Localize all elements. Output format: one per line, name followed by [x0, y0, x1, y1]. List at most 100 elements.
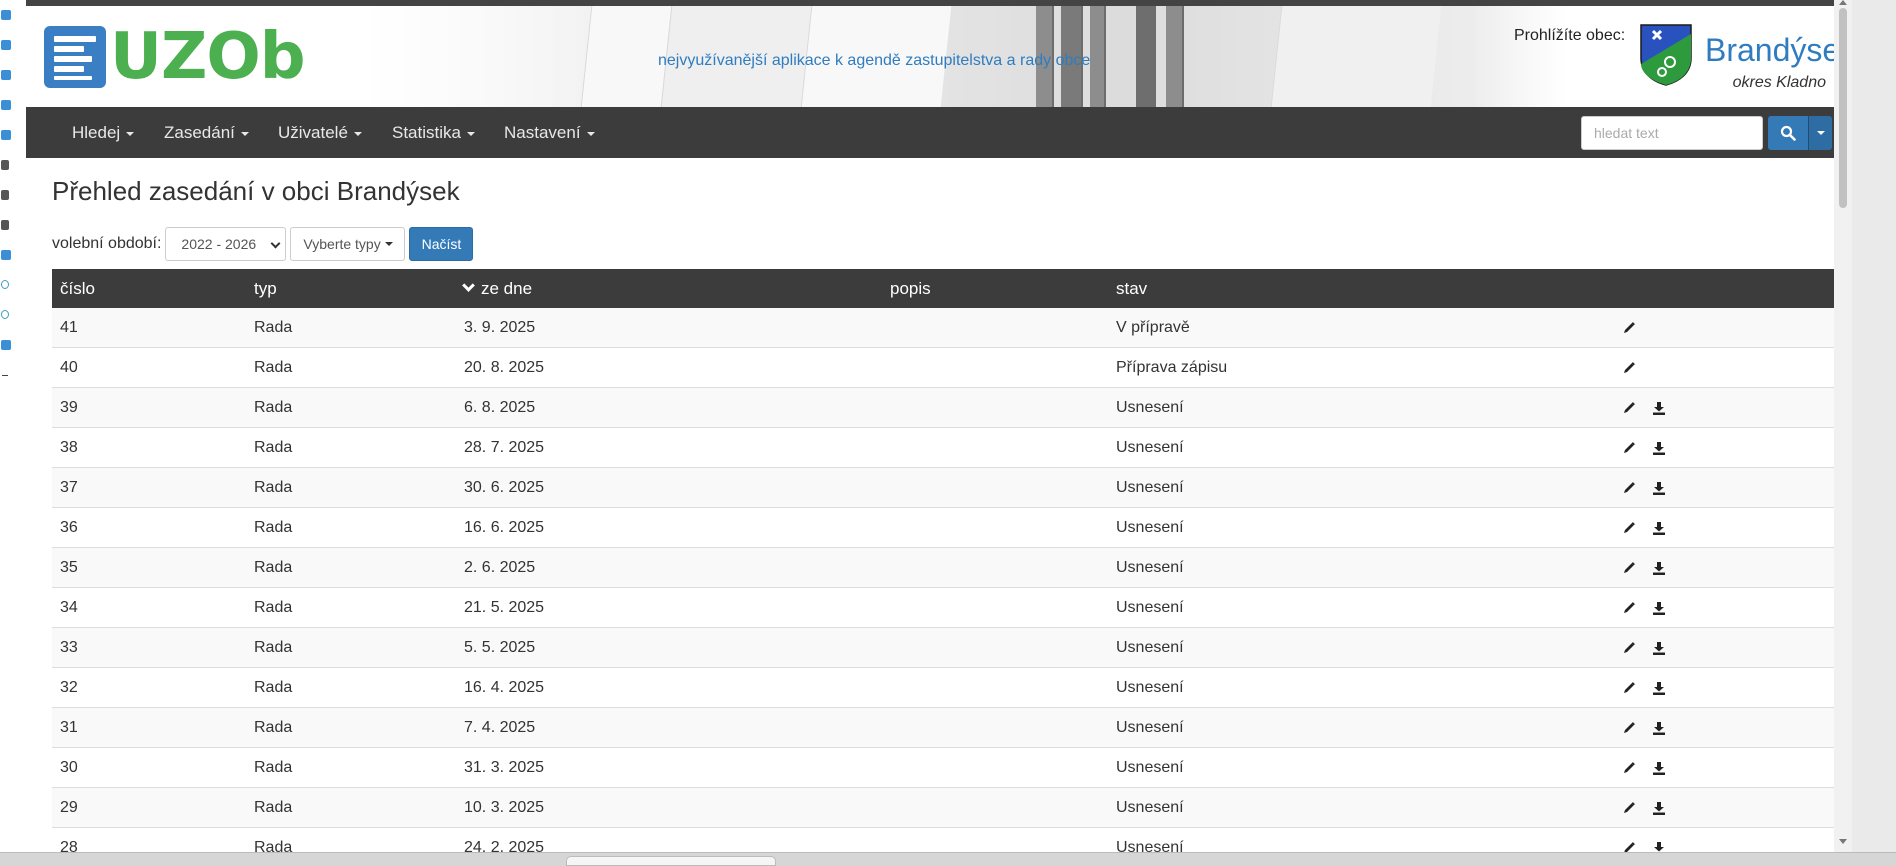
- download-icon[interactable]: [1652, 481, 1666, 495]
- vertical-scrollbar[interactable]: [1834, 0, 1852, 852]
- municipality-name[interactable]: Brandýsek: [1705, 32, 1852, 69]
- pencil-icon[interactable]: [1622, 841, 1636, 852]
- nav-menu-label: Statistika: [392, 123, 461, 142]
- strip-app-icon[interactable]: [1, 40, 11, 50]
- download-icon[interactable]: [1652, 761, 1666, 775]
- pencil-icon[interactable]: [1622, 601, 1636, 615]
- cell-type: Rada: [254, 759, 293, 776]
- search-button[interactable]: [1768, 116, 1808, 150]
- table-row[interactable]: 31 Rada 7. 4. 2025 Usnesení: [52, 708, 1852, 748]
- pencil-icon[interactable]: [1622, 641, 1636, 655]
- table-row[interactable]: 41 Rada 3. 9. 2025 V přípravě: [52, 308, 1852, 348]
- column-header-description[interactable]: popis: [890, 279, 931, 299]
- download-icon[interactable]: [1652, 681, 1666, 695]
- pencil-icon[interactable]: [1622, 401, 1636, 415]
- table-row[interactable]: 39 Rada 6. 8. 2025 Usnesení: [52, 388, 1852, 428]
- bottom-tab[interactable]: [566, 856, 776, 866]
- download-icon[interactable]: [1652, 441, 1666, 455]
- scroll-down-arrow-icon[interactable]: [1839, 839, 1847, 844]
- cell-date: 28. 7. 2025: [464, 439, 545, 456]
- scroll-up-arrow-icon[interactable]: [1839, 0, 1847, 5]
- strip-app-icon[interactable]: [1, 160, 9, 170]
- cell-type: Rada: [254, 839, 293, 852]
- cell-number: 41: [60, 319, 78, 336]
- pencil-icon[interactable]: [1622, 481, 1636, 495]
- table-row[interactable]: 30 Rada 31. 3. 2025 Usnesení: [52, 748, 1852, 788]
- table-row[interactable]: 29 Rada 10. 3. 2025 Usnesení: [52, 788, 1852, 828]
- pencil-icon[interactable]: [1622, 521, 1636, 535]
- pencil-icon[interactable]: [1622, 721, 1636, 735]
- cell-number: 28: [60, 839, 78, 852]
- strip-app-icon[interactable]: [1, 310, 9, 319]
- strip-app-icon[interactable]: [1, 130, 11, 140]
- download-icon[interactable]: [1652, 401, 1666, 415]
- nav-menu-nastaveni[interactable]: Nastavení: [504, 123, 595, 143]
- table-row[interactable]: 40 Rada 20. 8. 2025 Příprava zápisu: [52, 348, 1852, 388]
- table-row[interactable]: 32 Rada 16. 4. 2025 Usnesení: [52, 668, 1852, 708]
- column-header-type[interactable]: typ: [254, 279, 277, 299]
- strip-app-icon[interactable]: [1, 70, 11, 80]
- download-icon[interactable]: [1652, 521, 1666, 535]
- nav-menu-zasedani[interactable]: Zasedání: [164, 123, 249, 143]
- cell-status: Usnesení: [1116, 679, 1184, 696]
- strip-app-icon[interactable]: [1, 10, 11, 20]
- header-background-decoration: [1136, 6, 1156, 107]
- search-options-dropdown[interactable]: [1808, 116, 1832, 150]
- strip-app-icon[interactable]: [1, 190, 9, 200]
- strip-app-icon[interactable]: [1, 100, 11, 110]
- pencil-icon[interactable]: [1622, 681, 1636, 695]
- scrollbar-thumb[interactable]: [1839, 8, 1847, 208]
- period-label: volební období:: [52, 235, 162, 252]
- cell-status: Usnesení: [1116, 439, 1184, 456]
- strip-app-icon[interactable]: [1, 340, 11, 350]
- caret-down-icon: [240, 131, 249, 136]
- period-select[interactable]: 2022 - 2026: [165, 227, 287, 261]
- download-icon[interactable]: [1652, 601, 1666, 615]
- strip-app-icon[interactable]: [1, 250, 11, 260]
- types-multiselect[interactable]: Vyberte typy: [290, 227, 406, 261]
- cell-date: 10. 3. 2025: [464, 799, 545, 816]
- download-icon[interactable]: [1652, 641, 1666, 655]
- download-icon[interactable]: [1652, 841, 1666, 852]
- table-row[interactable]: 34 Rada 21. 5. 2025 Usnesení: [52, 588, 1852, 628]
- search-icon: [1780, 125, 1796, 141]
- nav-menu-label: Hledej: [72, 123, 121, 142]
- cell-number: 38: [60, 439, 78, 456]
- table-row[interactable]: 38 Rada 28. 7. 2025 Usnesení: [52, 428, 1852, 468]
- load-button[interactable]: Načíst: [409, 227, 474, 261]
- search-input[interactable]: [1581, 116, 1763, 150]
- pencil-icon[interactable]: [1622, 321, 1636, 335]
- pencil-icon[interactable]: [1622, 561, 1636, 575]
- strip-app-icon[interactable]: [1, 280, 9, 289]
- pencil-icon[interactable]: [1622, 761, 1636, 775]
- table-row[interactable]: 35 Rada 2. 6. 2025 Usnesení: [52, 548, 1852, 588]
- cell-date: 7. 4. 2025: [464, 719, 536, 736]
- table-row[interactable]: 28 Rada 24. 2. 2025 Usnesení: [52, 828, 1852, 852]
- pencil-icon[interactable]: [1622, 441, 1636, 455]
- cell-number: 33: [60, 639, 78, 656]
- column-header-status[interactable]: stav: [1116, 279, 1147, 299]
- table-header: číslo typ ze dne popis stav: [52, 269, 1852, 308]
- main-page: UZOb nejvyužívanější aplikace k agendě z…: [26, 0, 1852, 852]
- nav-menu-label: Uživatelé: [278, 123, 348, 142]
- download-icon[interactable]: [1652, 801, 1666, 815]
- sort-desc-icon: [462, 279, 475, 292]
- tagline: nejvyužívanější aplikace k agendě zastup…: [658, 52, 1091, 69]
- cell-date: 2. 6. 2025: [464, 559, 536, 576]
- column-header-number[interactable]: číslo: [60, 279, 95, 299]
- table-row[interactable]: 36 Rada 16. 6. 2025 Usnesení: [52, 508, 1852, 548]
- table-row[interactable]: 37 Rada 30. 6. 2025 Usnesení: [52, 468, 1852, 508]
- caret-down-icon: [353, 131, 362, 136]
- download-icon[interactable]: [1652, 721, 1666, 735]
- strip-app-icon[interactable]: [1, 220, 9, 230]
- nav-menu-uzivatele[interactable]: Uživatelé: [278, 123, 362, 143]
- cell-status: Usnesení: [1116, 799, 1184, 816]
- table-row[interactable]: 33 Rada 5. 5. 2025 Usnesení: [52, 628, 1852, 668]
- nav-menu-hledej[interactable]: Hledej: [72, 123, 135, 143]
- uzob-logo[interactable]: UZOb: [44, 25, 306, 89]
- pencil-icon[interactable]: [1622, 801, 1636, 815]
- nav-menu-statistika[interactable]: Statistika: [392, 123, 475, 143]
- download-icon[interactable]: [1652, 561, 1666, 575]
- column-header-date[interactable]: ze dne: [462, 279, 532, 299]
- pencil-icon[interactable]: [1622, 361, 1636, 375]
